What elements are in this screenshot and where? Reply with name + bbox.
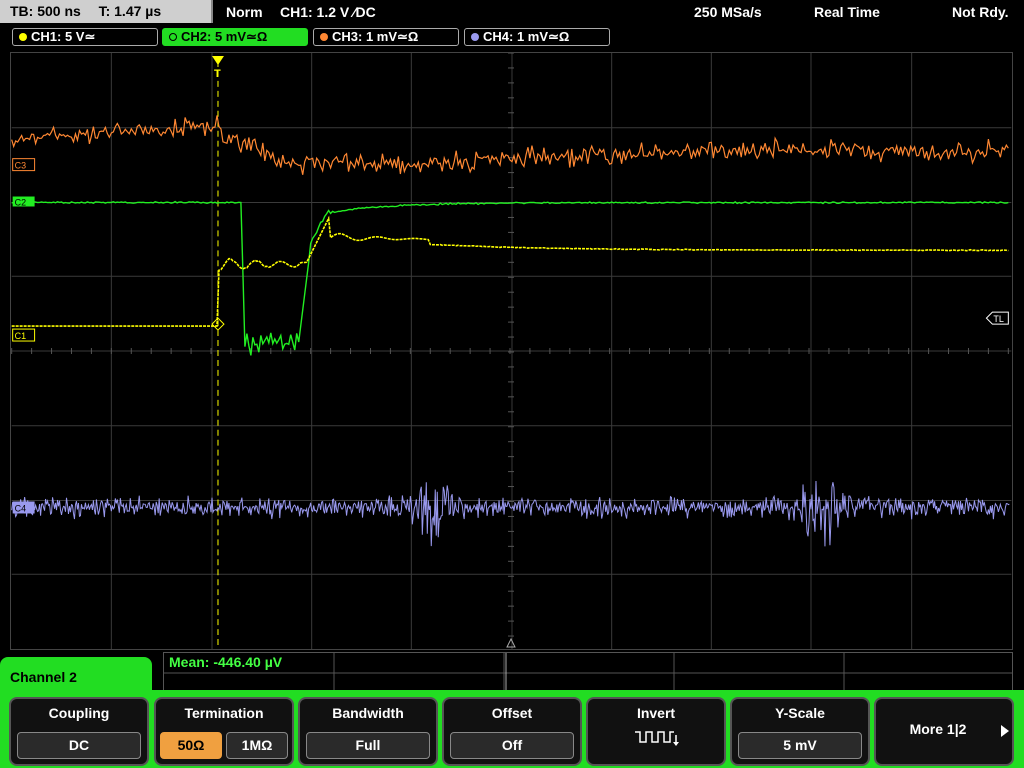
termination-title: Termination (184, 705, 264, 721)
trigger-time-value: T: 1.47 µs (98, 3, 162, 19)
timebase-box[interactable]: TB: 500 ns T: 1.47 µs (0, 0, 213, 23)
ch3-marker-label: C3 (15, 161, 26, 171)
measurement-strip (163, 652, 1013, 692)
ch4-color-dot (471, 32, 479, 41)
trigger-level-label: TL (993, 314, 1003, 324)
ch2-waveform (11, 200, 1009, 356)
horizontal-center-icon (506, 637, 516, 648)
tab-ch2[interactable]: CH2: 5 mV≃Ω (162, 28, 308, 46)
yscale-title: Y-Scale (775, 705, 825, 721)
termination-1mohm[interactable]: 1MΩ (226, 732, 288, 759)
invert-title: Invert (636, 705, 676, 721)
bandwidth-title: Bandwidth (332, 705, 404, 721)
trigger-position-icon[interactable] (212, 55, 224, 65)
ch3-waveform (11, 115, 1009, 175)
tab-ch1[interactable]: CH1: 5 V≃ (12, 28, 158, 46)
bandwidth-softkey[interactable]: Bandwidth Full (298, 697, 438, 766)
ch1-color-dot (19, 32, 27, 41)
ch3-label: CH3: 1 mV≃Ω (332, 29, 419, 44)
ch1-waveform (11, 215, 1009, 327)
trigger-source[interactable]: CH1: 1.2 V ∕DC (280, 0, 376, 24)
ch1-marker-label: C1 (15, 331, 26, 341)
offset-softkey[interactable]: Offset Off (442, 697, 582, 766)
ch3-color-dot (320, 32, 328, 41)
coupling-title: Coupling (48, 705, 110, 721)
chevron-right-icon (1001, 725, 1009, 737)
trigger-status: Not Rdy. (952, 4, 1009, 20)
tab-ch3[interactable]: CH3: 1 mV≃Ω (313, 28, 459, 46)
coupling-value[interactable]: DC (17, 732, 141, 759)
more-softkey[interactable]: More 1|2 (874, 697, 1014, 766)
termination-softkey[interactable]: Termination 50Ω 1MΩ (154, 697, 294, 766)
bandwidth-value[interactable]: Full (306, 732, 430, 759)
ch2-color-dot (169, 32, 177, 41)
coupling-softkey[interactable]: Coupling DC (9, 697, 149, 766)
ch4-marker-label: C4 (15, 503, 26, 513)
timebase-value: TB: 500 ns (10, 3, 81, 19)
tab-ch4[interactable]: CH4: 1 mV≃Ω (464, 28, 610, 46)
sample-rate: 250 MSa/s (694, 4, 762, 20)
graticule (11, 53, 1012, 649)
offset-title: Offset (491, 705, 533, 721)
waveform-display[interactable]: T C3 C2 C1 C4 TL (10, 52, 1013, 650)
more-label: More 1|2 (909, 721, 967, 737)
ch2-marker-label: C2 (15, 197, 26, 207)
panel-title: Channel 2 (0, 657, 152, 697)
mean-measurement: Mean: -446.40 µV (169, 654, 283, 670)
invert-softkey[interactable]: Invert (586, 697, 726, 766)
ch2-label: CH2: 5 mV≃Ω (181, 29, 268, 44)
ch4-label: CH4: 1 mV≃Ω (483, 29, 570, 44)
acquisition-mode: Real Time (814, 4, 880, 20)
ch4-waveform (11, 480, 1010, 547)
trigger-marker-label: T (214, 68, 221, 80)
trigger-mode[interactable]: Norm (226, 0, 263, 24)
yscale-softkey[interactable]: Y-Scale 5 mV (730, 697, 870, 766)
ch1-label: CH1: 5 V≃ (31, 29, 96, 44)
termination-50ohm[interactable]: 50Ω (160, 732, 222, 759)
offset-value[interactable]: Off (450, 732, 574, 759)
invert-waveform-icon (635, 731, 679, 746)
yscale-value[interactable]: 5 mV (738, 732, 862, 759)
